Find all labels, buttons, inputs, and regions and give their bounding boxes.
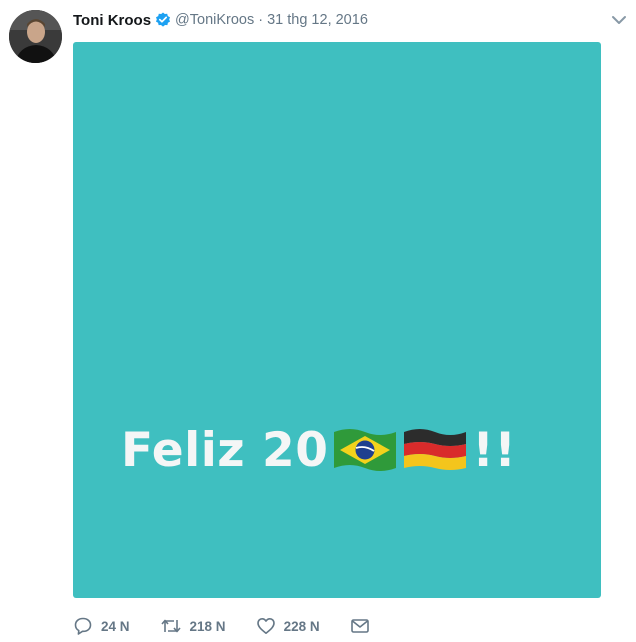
reply-count: 24 N bbox=[101, 618, 130, 634]
avatar[interactable] bbox=[9, 10, 62, 63]
retweet-icon bbox=[160, 619, 181, 633]
like-icon bbox=[256, 618, 275, 634]
germany-flag-icon bbox=[404, 429, 467, 470]
reply-button[interactable]: 24 N bbox=[73, 616, 130, 636]
direct-message-button[interactable] bbox=[350, 616, 370, 636]
greeting-suffix: !! bbox=[472, 422, 517, 478]
retweet-button[interactable]: 218 N bbox=[160, 616, 226, 636]
brazil-flag-icon bbox=[334, 429, 397, 471]
reply-icon bbox=[74, 617, 92, 635]
greeting-graphic: Feliz 20 !! bbox=[121, 422, 516, 478]
header-separator: · bbox=[258, 12, 264, 28]
tweet-header: Toni Kroos @ToniKroos · 31 thg 12, 2016 bbox=[73, 10, 368, 30]
verified-badge-icon bbox=[155, 12, 171, 28]
author-name[interactable]: Toni Kroos bbox=[73, 12, 151, 29]
direct-message-icon bbox=[350, 619, 369, 633]
like-count: 228 N bbox=[283, 618, 320, 634]
greeting-text: Feliz 20 bbox=[121, 422, 329, 478]
tweet: Toni Kroos @ToniKroos · 31 thg 12, 2016 … bbox=[0, 0, 636, 642]
retweet-count: 218 N bbox=[189, 618, 226, 634]
like-button[interactable]: 228 N bbox=[256, 616, 320, 636]
tweet-actions: 24 N 218 N 228 N bbox=[73, 614, 400, 638]
tweet-date[interactable]: 31 thg 12, 2016 bbox=[267, 12, 368, 28]
chevron-down-icon[interactable] bbox=[610, 13, 628, 27]
author-handle[interactable]: @ToniKroos bbox=[175, 12, 254, 28]
tweet-media-image[interactable]: Feliz 20 !! bbox=[73, 42, 601, 598]
